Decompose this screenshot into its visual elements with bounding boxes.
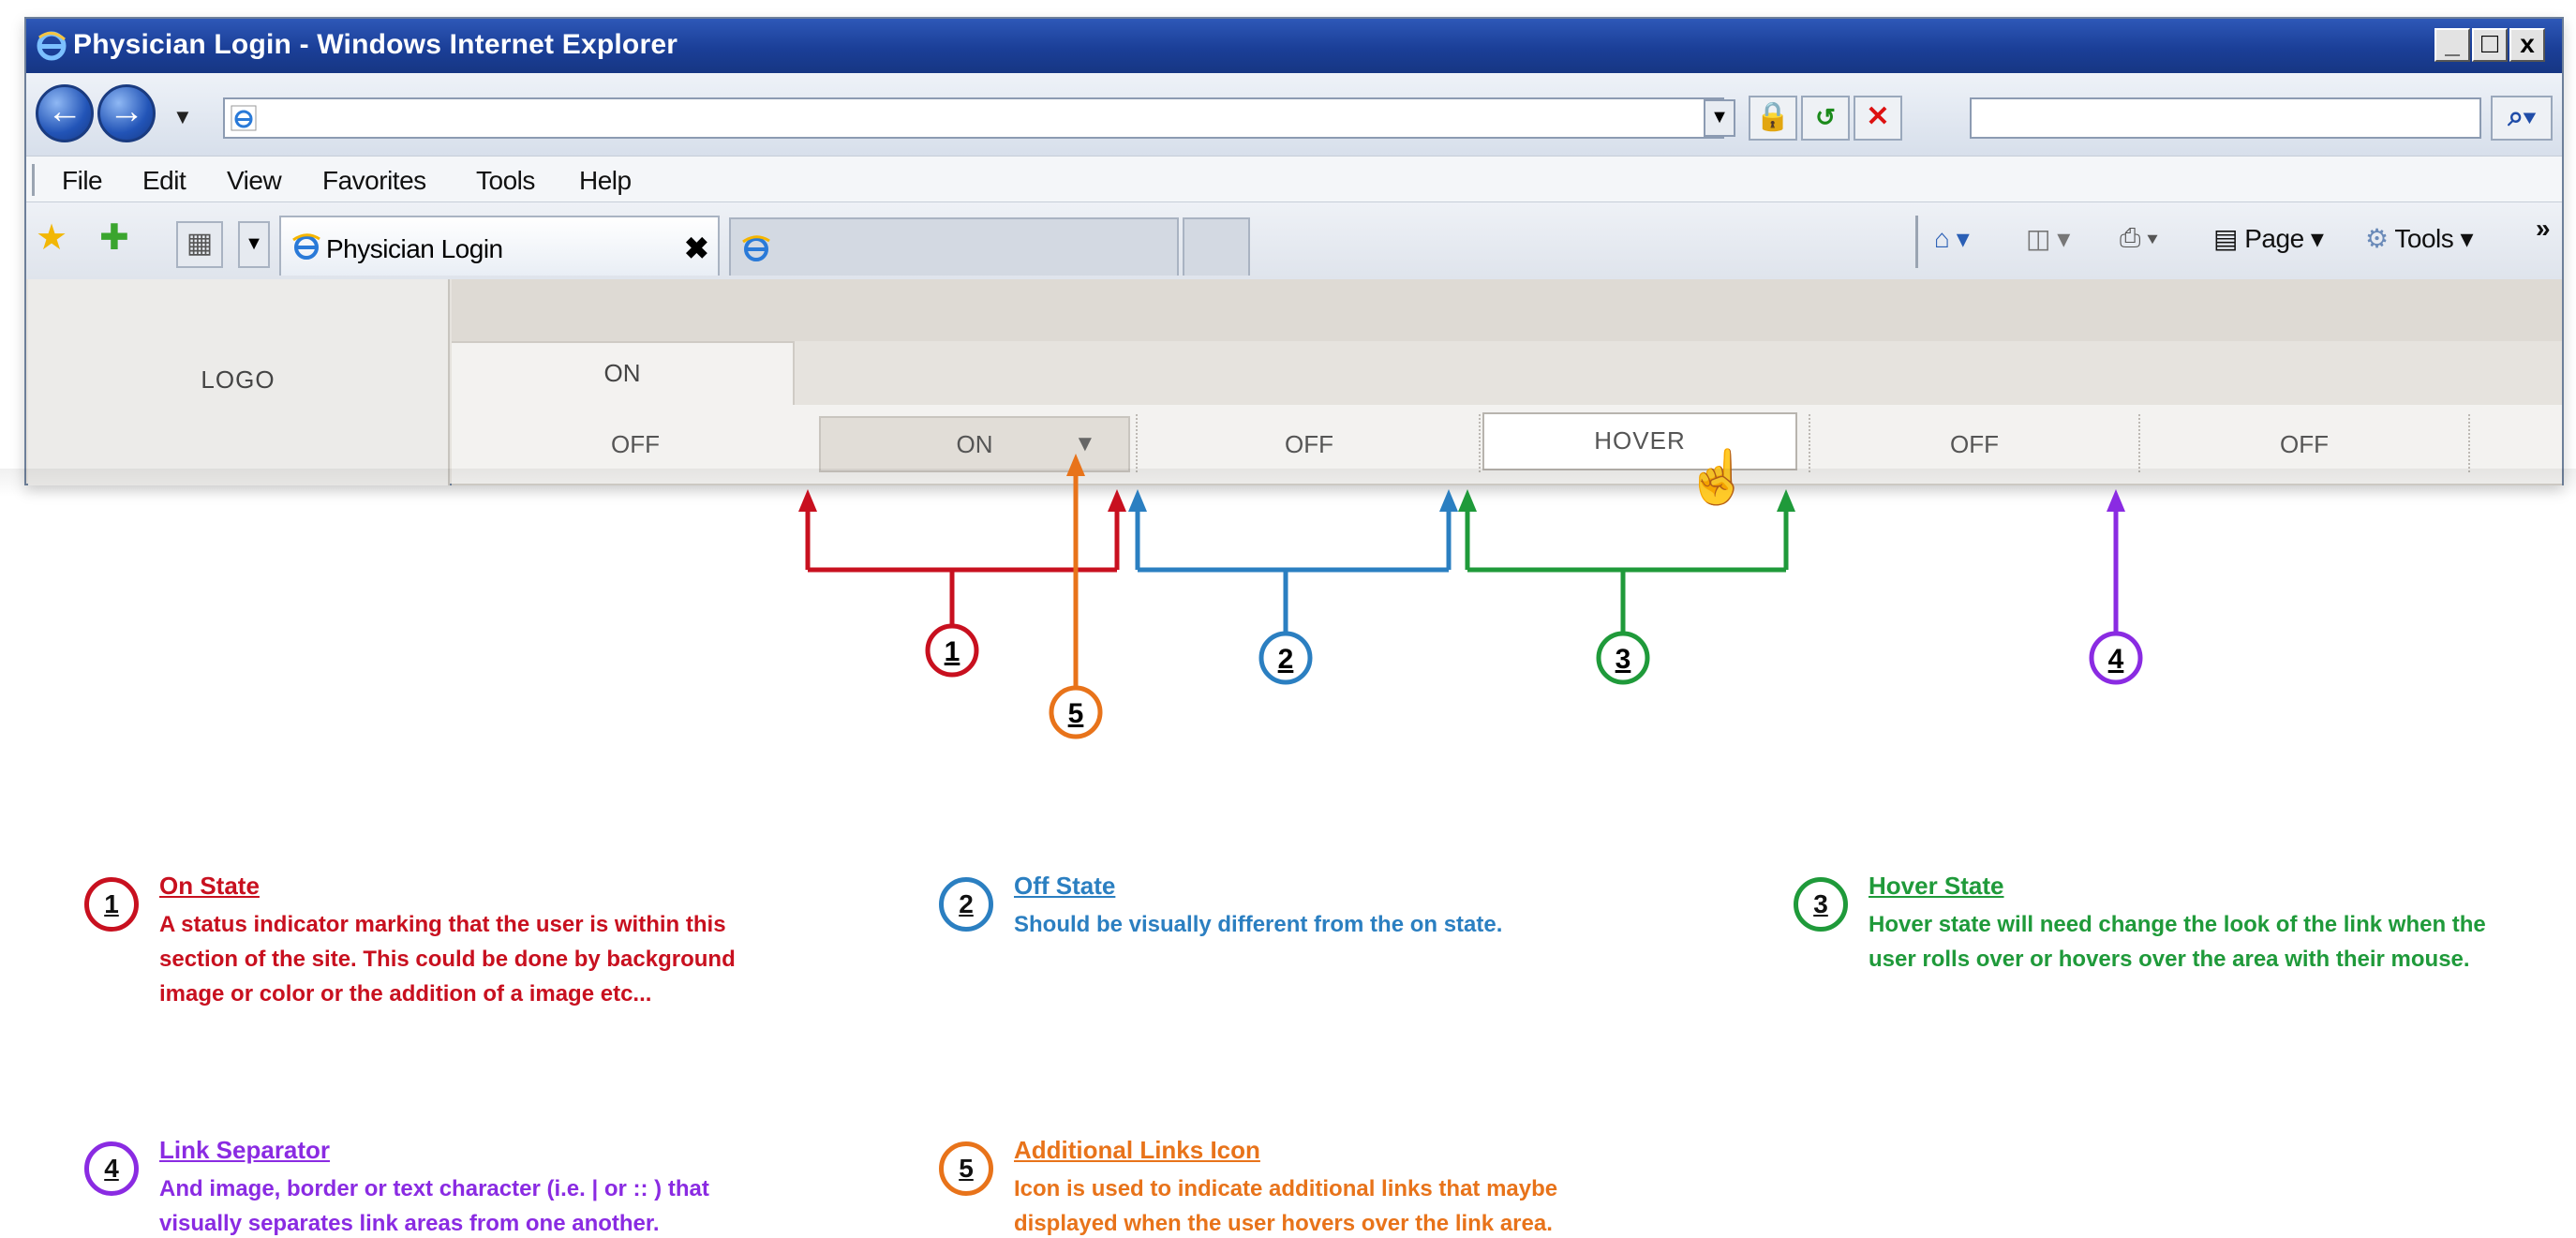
callout-5-number: 5	[1068, 698, 1084, 729]
callout-3-number: 3	[1616, 644, 1631, 675]
callout-3-connector	[1465, 506, 1789, 634]
legend-1-description: A status indicator marking that the user…	[159, 912, 736, 1007]
legend-3-description: Hover state will need change the look of…	[1869, 912, 2486, 972]
callout-2-connector	[1135, 506, 1452, 634]
legend-4-circle: 4	[84, 1141, 139, 1196]
legend-2-description: Should be visually different from the on…	[1014, 912, 1503, 937]
callout-1-arrow-right	[1108, 489, 1126, 512]
legend-2-title: Off State	[1014, 872, 1116, 900]
legend-2-circle: 2	[939, 877, 993, 932]
callout-1-connector	[805, 506, 1120, 626]
callout-3-arrow-right	[1777, 489, 1795, 512]
callout-4-number: 4	[2108, 644, 2124, 675]
legend-5-title: Additional Links Icon	[1014, 1136, 1260, 1164]
callout-2-arrow-left	[1128, 489, 1147, 512]
legend-5-description: Icon is used to indicate additional link…	[1014, 1176, 1558, 1236]
legend-1-circle: 1	[84, 877, 139, 932]
callout-2-number: 2	[1278, 644, 1294, 675]
legend-1-title: On State	[159, 872, 260, 900]
legend-3-title: Hover State	[1869, 872, 2004, 900]
callout-1-arrow-left	[798, 489, 817, 512]
annotation-layer: 1 2 3 4 5	[798, 454, 2143, 739]
legend-4-title: Link Separator	[159, 1136, 331, 1164]
callout-4-arrow	[2107, 489, 2125, 512]
callout-2-arrow-right	[1439, 489, 1458, 512]
legend-4-description: And image, border or text character (i.e…	[159, 1176, 709, 1236]
callout-1-number: 1	[945, 636, 960, 667]
page: Physician Login - Windows Internet Explo…	[0, 0, 2576, 1238]
callout-5-arrow	[1066, 454, 1085, 476]
callout-3-arrow-left	[1458, 489, 1477, 512]
legend-5-circle: 5	[939, 1141, 993, 1196]
legend-3-circle: 3	[1794, 877, 1848, 932]
